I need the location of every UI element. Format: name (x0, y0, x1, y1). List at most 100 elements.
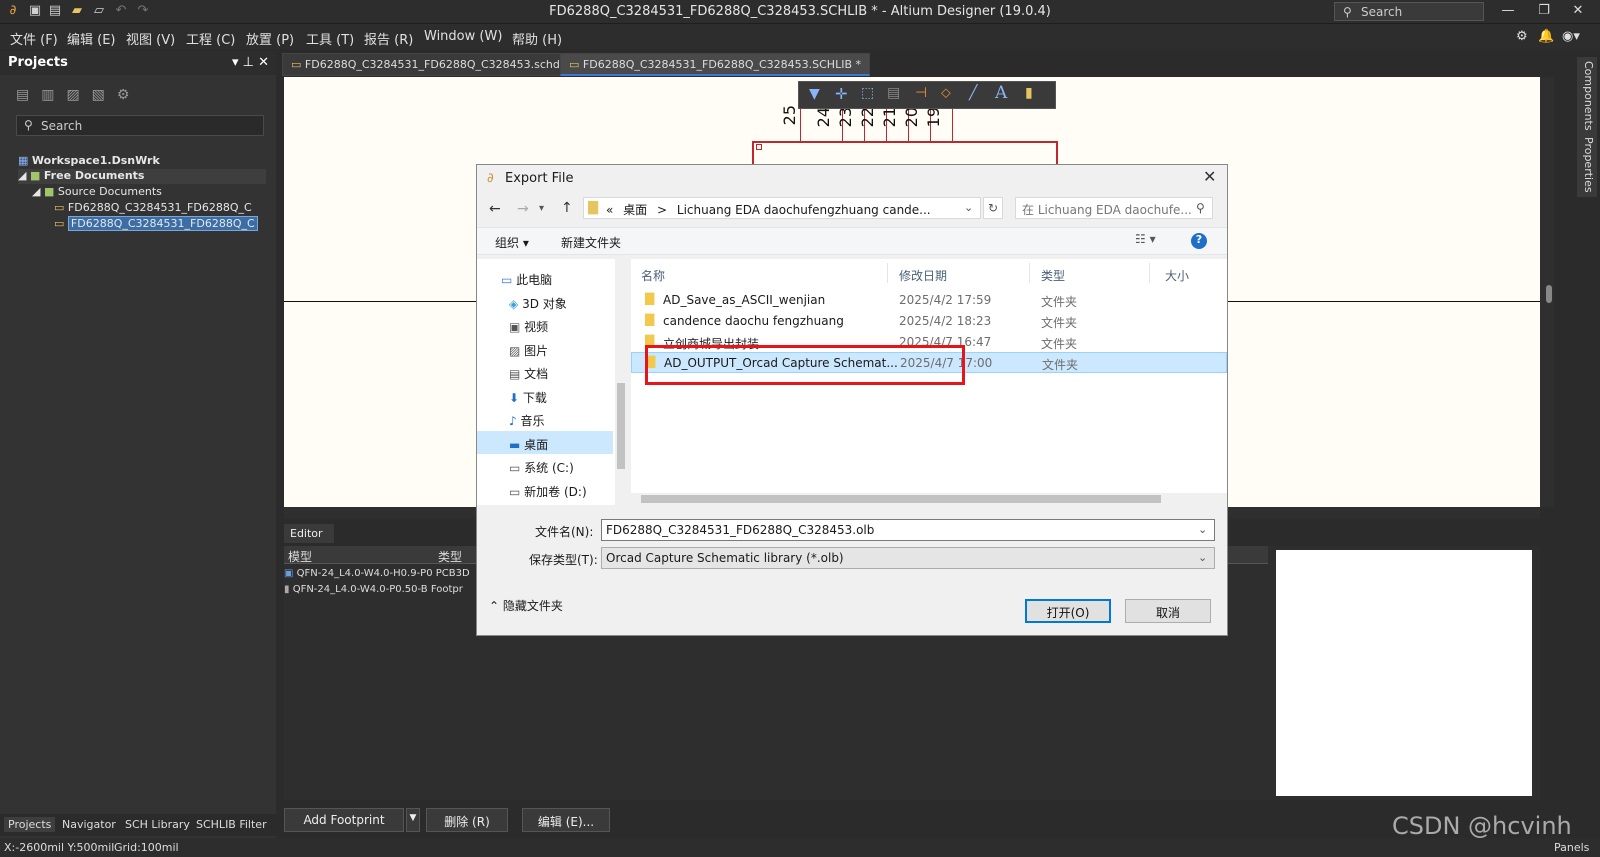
project-toolbar[interactable]: ▤▥▨▧⚙ (16, 87, 141, 103)
folder-search-input[interactable]: 在 Lichuang EDA daochufe... ⚲ (1015, 197, 1213, 219)
nav-documents[interactable]: ▤ 文档 (509, 365, 548, 382)
pin-number: 19 (924, 107, 943, 128)
line-icon[interactable]: ╱ (969, 85, 977, 101)
list-item[interactable]: ▇ AD_Save_as_ASCII_wenjian 2025/4/2 17:5… (631, 289, 1227, 310)
filetype-select[interactable]: Orcad Capture Schematic library (*.olb) … (601, 547, 1215, 569)
breadcrumb: « 桌面 > Lichuang EDA daochufengzhuang can… (606, 203, 931, 217)
text-icon[interactable]: A (995, 83, 1007, 103)
menu-project[interactable]: 工程 (C) (186, 29, 235, 48)
filter-icon[interactable]: ▼ (809, 86, 820, 102)
settings-icon[interactable]: ⚙ (1516, 29, 1528, 44)
tab-sch-library[interactable]: SCH Library (121, 817, 194, 832)
notification-icon[interactable]: 🔔 (1538, 29, 1554, 44)
user-icon[interactable]: ◉▾ (1562, 29, 1580, 44)
move-icon[interactable]: ✛ (835, 85, 848, 103)
nav-desktop[interactable]: ▬ 桌面 (509, 436, 548, 453)
folder-icon: ■ (29, 169, 41, 182)
col-model[interactable]: 模型 (288, 548, 312, 565)
table-row[interactable]: ▣ QFN-24_L4.0-W4.0-H0.9-P0 PCB3D (284, 568, 470, 579)
nav-this-pc[interactable]: ▭ 此电脑 (501, 271, 552, 288)
tab-schdoc[interactable]: ▭ FD6288Q_C3284531_FD6288Q_C328453.schdo… (282, 53, 591, 76)
chevron-down-icon[interactable]: ⌄ (1198, 523, 1207, 536)
nav-videos[interactable]: ▣ 视频 (509, 318, 548, 335)
polygon-icon[interactable]: ⬦ (941, 85, 951, 101)
col-size[interactable]: 大小 (1165, 267, 1189, 284)
scroll-thumb[interactable] (1546, 285, 1552, 303)
title-bar: ∂ ▣ ▤ ▰ ▱ ↶ ↷ FD6288Q_C3284531_FD6288Q_C… (0, 0, 1600, 24)
tree-free-documents[interactable]: ◢ ■ Free Documents (18, 169, 266, 184)
menu-view[interactable]: 视图 (V) (126, 29, 175, 48)
panels-button[interactable]: Panels (1554, 841, 1589, 854)
organize-button[interactable]: 组织 ▾ (495, 234, 529, 251)
tab-schlib-filter[interactable]: SCHLIB Filter (192, 817, 271, 832)
pin1-marker (756, 144, 762, 150)
drive-icon: ▭ (509, 461, 521, 475)
restore-button[interactable]: ❐ (1532, 3, 1556, 18)
tab-properties[interactable]: Properties (1577, 133, 1597, 197)
col-divider (1029, 263, 1030, 283)
tree-workspace[interactable]: ▦ Workspace1.DsnWrk (18, 154, 160, 167)
chevron-down-icon[interactable]: ⌄ (964, 201, 973, 214)
close-button[interactable]: ✕ (1566, 3, 1590, 18)
up-icon[interactable]: ↑ (561, 200, 573, 216)
grid-size: Grid:100mil (114, 841, 179, 854)
tree-source-documents[interactable]: ◢ ■ Source Documents (32, 185, 162, 198)
add-footprint-dropdown[interactable]: ▼ (406, 808, 420, 832)
projects-panel: Projects ▾ ⊥ ✕ ▤▥▨▧⚙ ⚲ Search ▦ Workspac… (0, 51, 276, 844)
pin-tool-icon[interactable]: ⊣ (915, 85, 927, 101)
select-icon[interactable]: ⬚ (861, 85, 874, 101)
table-row[interactable]: ▮ QFN-24_L4.0-W4.0-P0.50-B Footpr (284, 584, 463, 595)
col-name[interactable]: 名称 (641, 267, 665, 284)
delete-button[interactable]: 删除 (R) (426, 808, 508, 832)
menu-window[interactable]: Window (W) (424, 29, 502, 44)
menu-place[interactable]: 放置 (P) (246, 29, 294, 48)
menu-file[interactable]: 文件 (F) (10, 29, 58, 48)
pin-number: 23 (836, 107, 855, 128)
file-list-scroll-thumb[interactable] (641, 495, 1161, 503)
video-icon: ▣ (509, 320, 521, 334)
open-button[interactable]: 打开(O) (1025, 599, 1111, 623)
tab-projects[interactable]: Projects (4, 817, 56, 832)
nav-downloads[interactable]: ⬇ 下载 (509, 389, 547, 406)
list-item[interactable]: ▇ candence daochu fengzhuang 2025/4/2 18… (631, 310, 1227, 331)
tab-components[interactable]: Components (1577, 57, 1597, 135)
col-type[interactable]: 类型 (1041, 267, 1065, 284)
add-footprint-button[interactable]: Add Footprint (284, 808, 404, 832)
chevron-down-icon[interactable]: ⌄ (1198, 551, 1207, 564)
global-search-input[interactable]: ⚲ Search (1334, 2, 1484, 21)
nav-drive-d[interactable]: ▭ 新加卷 (D:) (509, 483, 587, 500)
tab-navigator[interactable]: Navigator (58, 817, 120, 832)
filename-input[interactable]: FD6288Q_C3284531_FD6288Q_C328453.olb ⌄ (601, 519, 1215, 541)
recent-dropdown-icon[interactable]: ▾ (539, 203, 544, 214)
projects-search-input[interactable]: ⚲ Search (16, 115, 264, 136)
panel-menu-icon[interactable]: ▾ ⊥ ✕ (232, 55, 269, 70)
refresh-icon[interactable]: ↻ (983, 197, 1003, 219)
minimize-button[interactable]: — (1496, 3, 1520, 18)
tree-doc-schlib[interactable]: ▭ FD6288Q_C3284531_FD6288Q_C (54, 216, 258, 231)
part-icon[interactable]: ▮ (1025, 85, 1033, 101)
menu-edit[interactable]: 编辑 (E) (67, 29, 116, 48)
back-icon[interactable]: ← (489, 201, 501, 217)
hide-folders-toggle[interactable]: ⌃ 隐藏文件夹 (489, 597, 563, 614)
tree-doc-schdoc[interactable]: ▭ FD6288Q_C3284531_FD6288Q_C (54, 201, 252, 214)
menu-reports[interactable]: 报告 (R) (364, 29, 413, 48)
nav-music[interactable]: ♪ 音乐 (509, 412, 545, 429)
nav-3d-objects[interactable]: ◈ 3D 对象 (509, 295, 567, 312)
align-icon[interactable]: ▤ (887, 85, 900, 101)
dialog-close-button[interactable]: ✕ (1203, 167, 1216, 186)
new-folder-button[interactable]: 新建文件夹 (561, 234, 621, 251)
cancel-button[interactable]: 取消 (1125, 599, 1211, 623)
col-date[interactable]: 修改日期 (899, 267, 947, 284)
tab-schlib[interactable]: ▭ FD6288Q_C3284531_FD6288Q_C328453.SCHLI… (560, 53, 870, 76)
nav-drive-c[interactable]: ▭ 系统 (C:) (509, 459, 574, 476)
nav-scroll-thumb[interactable] (617, 383, 625, 469)
view-options-icon[interactable]: ☷ ▾ (1135, 232, 1156, 246)
help-icon[interactable]: ? (1191, 233, 1207, 249)
address-bar[interactable]: ▇ « 桌面 > Lichuang EDA daochufengzhuang c… (583, 197, 981, 219)
menu-tools[interactable]: 工具 (T) (306, 29, 354, 48)
nav-pictures[interactable]: ▨ 图片 (509, 342, 548, 359)
menu-help[interactable]: 帮助 (H) (512, 29, 562, 48)
edit-button[interactable]: 编辑 (E)... (522, 808, 610, 832)
forward-icon[interactable]: → (517, 201, 529, 217)
col-type[interactable]: 类型 (438, 548, 462, 565)
